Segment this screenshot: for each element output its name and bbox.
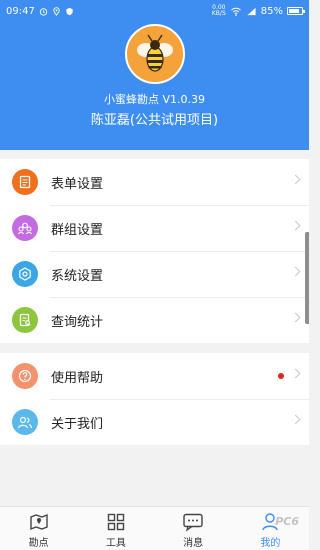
battery-percent: 85% xyxy=(260,5,283,17)
menu-query-stats[interactable]: 查询统计 xyxy=(0,297,309,343)
app-version: 小蜜蜂勘点 V1.0.39 xyxy=(103,93,205,106)
location-icon xyxy=(53,6,60,16)
tab-label: 勘点 xyxy=(28,538,49,549)
grid-icon xyxy=(107,513,125,531)
tab-mine[interactable]: 我的 PC6 xyxy=(232,507,309,550)
query-icon xyxy=(12,307,38,333)
menu-label: 关于我们 xyxy=(51,416,104,432)
chevron-right-icon xyxy=(290,174,301,185)
help-icon xyxy=(12,363,38,389)
settings-icon xyxy=(12,261,38,287)
tab-messages[interactable]: 消息 xyxy=(155,507,232,550)
chevron-right-icon xyxy=(290,368,301,379)
menu-label: 系统设置 xyxy=(51,268,104,284)
settings-menu: 表单设置 群组设置 系统设置 查询统计 xyxy=(0,159,309,343)
status-time: 09:47 xyxy=(6,5,35,17)
menu-label: 表单设置 xyxy=(51,176,104,192)
user-name: 陈亚磊(公共试用项目) xyxy=(90,113,219,128)
shield-icon xyxy=(66,7,73,15)
tab-survey[interactable]: 勘点 xyxy=(0,507,77,550)
wifi-icon xyxy=(230,7,241,16)
tab-label: 工具 xyxy=(105,538,126,549)
signal-icon xyxy=(247,7,256,15)
watermark: PC6 xyxy=(275,515,299,528)
form-icon xyxy=(12,169,38,195)
chat-icon xyxy=(183,513,203,532)
menu-system-settings[interactable]: 系统设置 xyxy=(0,251,309,297)
tab-label: 我的 xyxy=(260,538,281,549)
map-icon xyxy=(29,513,48,531)
tab-tools[interactable]: 工具 xyxy=(77,507,154,550)
bee-icon xyxy=(137,34,173,72)
menu-group-settings[interactable]: 群组设置 xyxy=(0,205,309,251)
menu-label: 群组设置 xyxy=(51,222,104,238)
menu-help[interactable]: 使用帮助 xyxy=(0,353,309,399)
alarm-icon xyxy=(39,7,48,16)
chevron-right-icon xyxy=(290,312,301,323)
group-icon xyxy=(12,215,38,241)
notification-dot xyxy=(278,373,284,379)
chevron-right-icon xyxy=(290,220,301,231)
status-bar: 09:47 0.00 KB/S 85% xyxy=(0,0,309,22)
bottom-tab-bar: 勘点 工具 消息 我的 PC6 xyxy=(0,506,309,550)
edge-handle[interactable] xyxy=(305,232,309,324)
net-speed: 0.00 KB/S xyxy=(211,4,226,17)
menu-about-us[interactable]: 关于我们 xyxy=(0,399,309,445)
chevron-right-icon xyxy=(290,414,301,425)
battery-fill xyxy=(289,9,300,13)
help-menu: 使用帮助 关于我们 xyxy=(0,353,309,445)
app-logo-avatar[interactable] xyxy=(125,24,185,84)
menu-label: 使用帮助 xyxy=(51,370,104,386)
tab-label: 消息 xyxy=(183,538,204,549)
menu-form-settings[interactable]: 表单设置 xyxy=(0,159,309,205)
profile-header: 09:47 0.00 KB/S 85% 小蜜蜂勘点 V1.0.39 陈亚磊(公共… xyxy=(0,0,309,150)
battery-icon xyxy=(287,7,305,15)
chevron-right-icon xyxy=(290,266,301,277)
about-icon xyxy=(12,409,38,435)
menu-label: 查询统计 xyxy=(51,314,104,330)
